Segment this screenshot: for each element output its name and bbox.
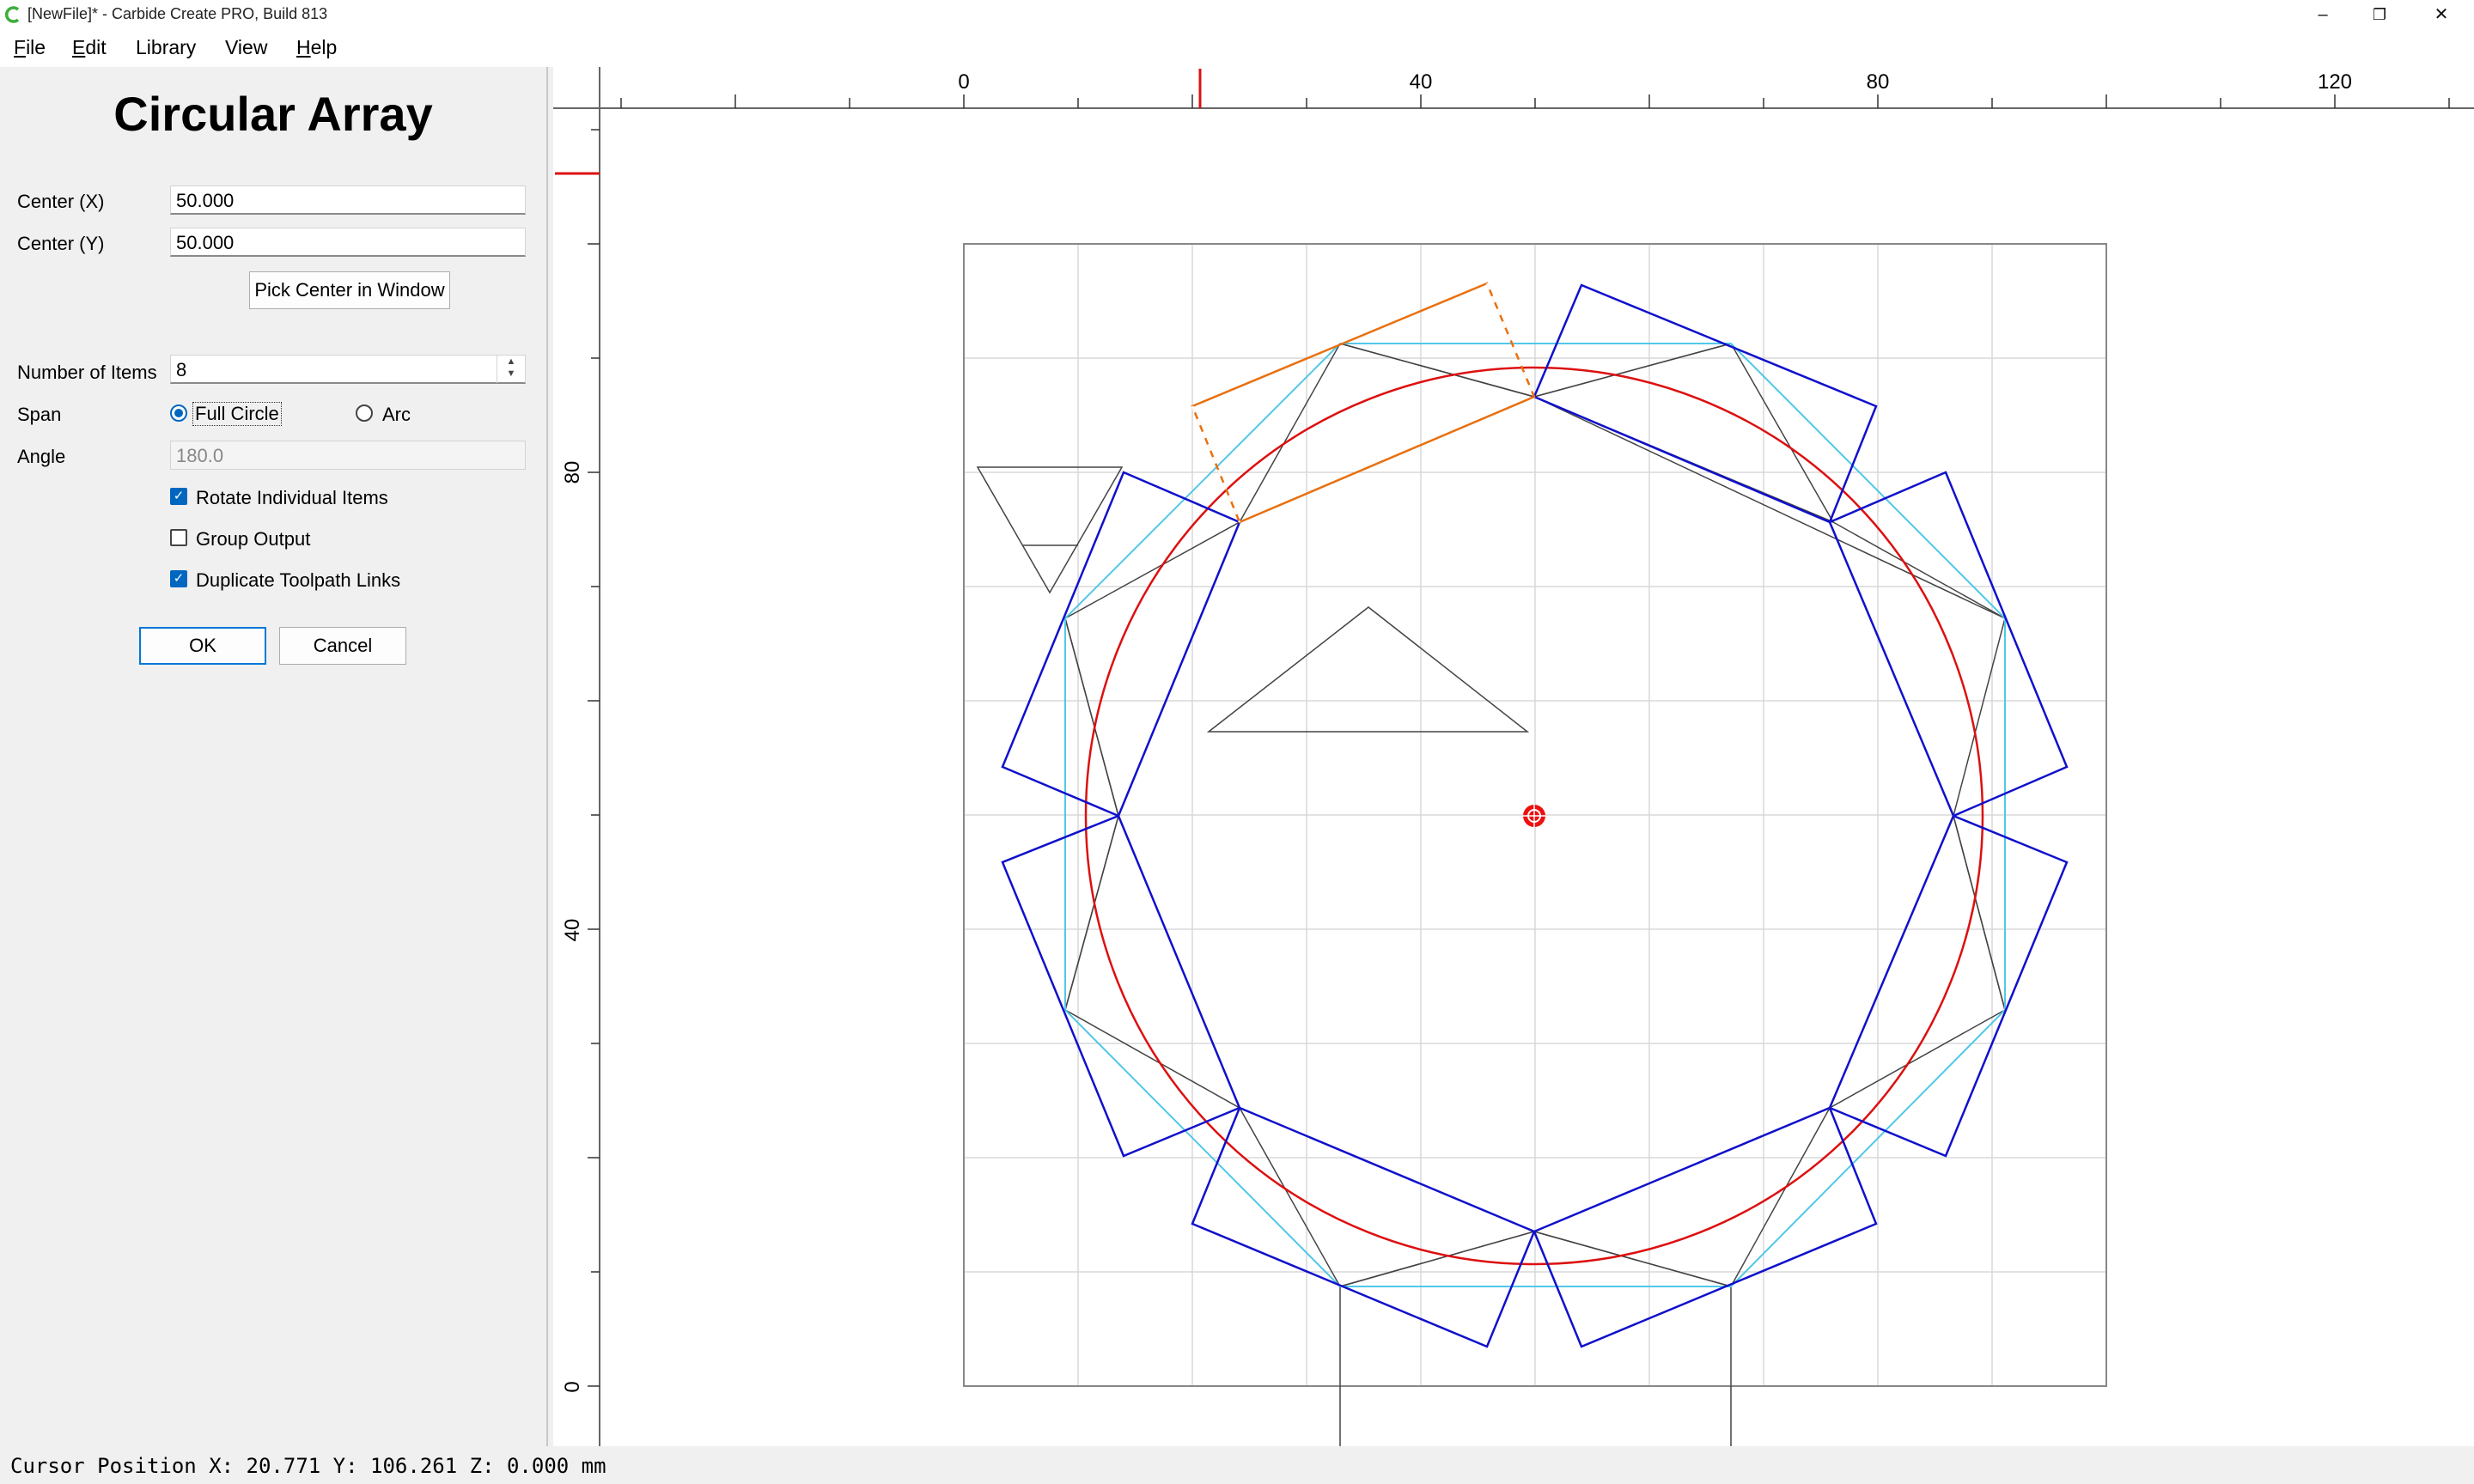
cursor-position: Cursor Position X: 20.771 Y: 106.261 Z: …	[10, 1454, 606, 1478]
duplicate-links-label[interactable]: Duplicate Toolpath Links	[196, 569, 400, 592]
spin-down-icon[interactable]: ▼	[507, 368, 516, 379]
menu-file[interactable]: File	[14, 36, 46, 59]
rotate-items-label[interactable]: Rotate Individual Items	[196, 487, 388, 509]
ruler-x-label: 0	[958, 70, 969, 94]
spin-up-icon[interactable]: ▲	[507, 356, 516, 367]
center-y-label: Center (Y)	[17, 233, 105, 254]
center-x-input[interactable]: 50.000	[170, 186, 526, 215]
menu-help[interactable]: Help	[296, 36, 337, 59]
close-button[interactable]: ✕	[2402, 0, 2474, 29]
menu-edit[interactable]: Edit	[72, 36, 107, 59]
ruler-y-label: 0	[561, 1381, 584, 1392]
span-label: Span	[17, 404, 62, 425]
menu-view[interactable]: View	[225, 36, 267, 59]
window-title: [NewFile]* - Carbide Create PRO, Build 8…	[27, 5, 328, 22]
circular-array-panel: Circular Array Center (X) 50.000 Center …	[0, 67, 548, 1446]
vertical-ruler	[553, 67, 600, 1446]
ruler-y-label: 80	[561, 461, 584, 484]
group-output-checkbox[interactable]	[170, 529, 187, 546]
cancel-button[interactable]: Cancel	[279, 627, 406, 665]
canvas-svg[interactable]: 0 40 80 120 80 40 0	[553, 67, 2474, 1446]
angle-label: Angle	[17, 446, 66, 467]
items-spinner[interactable]: ▲ ▼	[497, 356, 525, 383]
carbide-logo-icon	[5, 6, 20, 23]
arc-radio[interactable]	[356, 404, 373, 422]
full-circle-radio[interactable]	[170, 404, 187, 422]
ok-button[interactable]: OK	[139, 627, 266, 665]
center-x-label: Center (X)	[17, 191, 105, 212]
ruler-y-label: 40	[561, 919, 584, 942]
array-center-marker-icon[interactable]	[1523, 805, 1545, 827]
items-label: Number of Items	[17, 362, 157, 383]
angle-input[interactable]: 180.0	[170, 441, 526, 470]
ruler-x-label: 40	[1410, 70, 1433, 94]
ruler-x-label: 80	[1867, 70, 1890, 94]
title-bar: [NewFile]* - Carbide Create PRO, Build 8…	[0, 0, 2474, 29]
menu-bar: File Edit Library View Help	[0, 29, 2474, 67]
rotate-items-checkbox[interactable]: ✓	[170, 488, 187, 505]
duplicate-links-checkbox[interactable]: ✓	[170, 570, 187, 587]
panel-title: Circular Array	[113, 87, 433, 141]
pick-center-button[interactable]: Pick Center in Window	[249, 271, 450, 309]
status-bar: Cursor Position X: 20.771 Y: 106.261 Z: …	[0, 1446, 2474, 1484]
items-input[interactable]: 8	[170, 355, 526, 384]
ruler-x-label: 120	[2318, 70, 2352, 94]
full-circle-label[interactable]: Full Circle	[192, 402, 282, 426]
menu-library[interactable]: Library	[136, 36, 196, 59]
center-y-input[interactable]: 50.000	[170, 228, 526, 257]
design-canvas[interactable]: 0 40 80 120 80 40 0	[553, 67, 2474, 1446]
group-output-label[interactable]: Group Output	[196, 528, 310, 550]
arc-label[interactable]: Arc	[382, 404, 411, 426]
horizontal-ruler	[553, 67, 2474, 108]
